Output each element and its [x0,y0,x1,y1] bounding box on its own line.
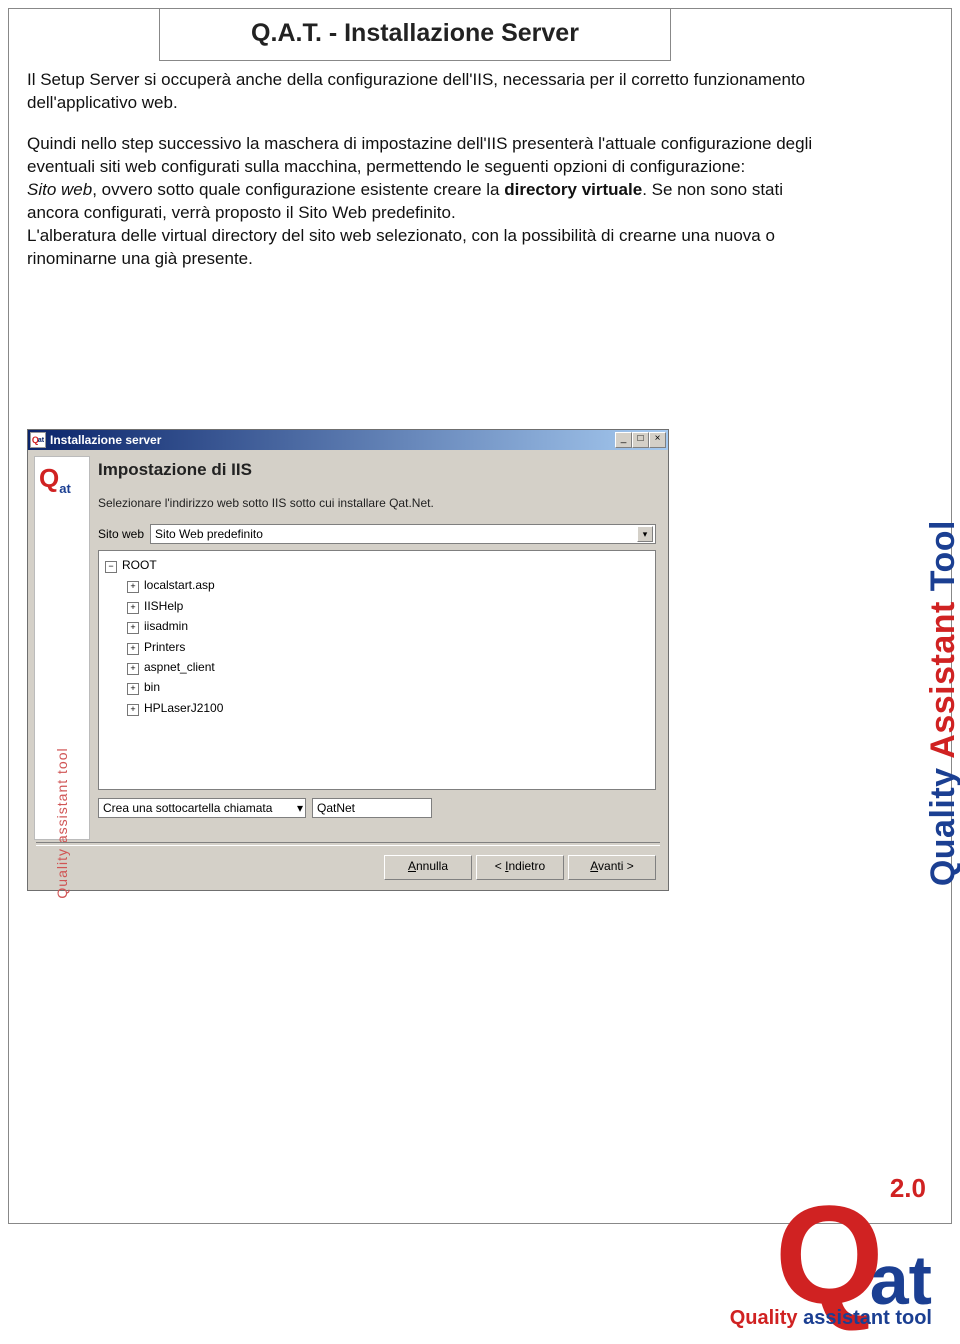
tree-item-label: aspnet_client [144,660,215,674]
paragraph-2: Quindi nello step successivo la maschera… [27,133,821,271]
paragraph-1: Il Setup Server si occuperà anche della … [27,69,821,115]
window-title: Installazione server [50,433,161,447]
brand-tool: Tool [924,520,960,591]
tree-item-label: localstart.asp [144,578,215,592]
tree-item[interactable]: + localstart.asp [127,575,649,595]
chevron-down-icon: ▾ [297,801,303,815]
site-combobox[interactable]: Sito Web predefinito ▾ [150,524,656,544]
site-selected-value: Sito Web predefinito [155,527,263,541]
footer-sub-quality: Quality [730,1307,798,1329]
site-label: Sito web [98,527,144,541]
tree-item-label: bin [144,680,160,694]
tree-item[interactable]: + Printers [127,637,649,657]
window-titlebar: Qat Installazione server _ □ × [28,430,668,450]
wizard-step-title: Impostazione di IIS [98,460,656,480]
tree-collapse-icon[interactable]: − [105,561,117,573]
tree-expand-icon[interactable]: + [127,643,139,655]
cancel-button[interactable]: Annulla [384,855,472,880]
tree-expand-icon[interactable]: + [127,622,139,634]
tree-item[interactable]: + aspnet_client [127,657,649,677]
brand-assistant: Assistant [924,591,960,759]
chevron-down-icon: ▾ [637,526,653,542]
footer-big-logo: Qat [730,1200,932,1309]
banner-logo: Qat [39,463,71,496]
installer-window: Qat Installazione server _ □ × Qat Quali… [27,429,669,891]
page-title: Q.A.T. - Installazione Server [160,19,670,48]
body-text: Il Setup Server si occuperà anche della … [27,69,821,289]
tree-item-label: iisadmin [144,619,188,633]
tree-item[interactable]: + IISHelp [127,596,649,616]
paragraph-2b-bold: directory virtuale [504,180,642,199]
minimize-button[interactable]: _ [615,432,632,448]
subfolder-combobox[interactable]: Crea una sottocartella chiamata ▾ [98,798,306,818]
tree-expand-icon[interactable]: + [127,663,139,675]
iis-tree[interactable]: −ROOT + localstart.asp + IISHelp + iisadmin + P… [98,550,656,790]
tree-expand-icon[interactable]: + [127,581,139,593]
paragraph-3: L'alberatura delle virtual directory del… [27,226,775,268]
wizard-left-banner: Qat Quality assistant tool [34,456,90,840]
page-title-box: Q.A.T. - Installazione Server [159,8,671,61]
page-frame: Q.A.T. - Installazione Server Il Setup S… [8,8,952,1224]
wizard-step-desc: Selezionare l'indirizzo web sotto IIS so… [98,496,656,510]
tree-item-label: Printers [144,640,185,654]
tree-item-label: IISHelp [144,599,183,613]
paragraph-2b-italic: Sito web [27,180,92,199]
tree-item[interactable]: + HPLaserJ2100 [127,698,649,718]
tree-root-label: ROOT [122,558,157,572]
window-buttons: _ □ × [615,432,666,448]
tree-root[interactable]: −ROOT [105,555,649,575]
subfolder-value: QatNet [317,801,355,815]
paragraph-2a: Quindi nello step successivo la maschera… [27,134,812,176]
back-button[interactable]: < Indietro [476,855,564,880]
app-icon: Qat [30,432,46,448]
tree-item[interactable]: + iisadmin [127,616,649,636]
footer-subtitle: Quality assistant tool [730,1307,932,1330]
next-button[interactable]: Avanti > [568,855,656,880]
subfolder-label: Crea una sottocartella chiamata [103,801,272,815]
footer-logo: 2.0 Qat Quality assistant tool [730,1173,932,1330]
separator [36,842,660,846]
tree-expand-icon[interactable]: + [127,704,139,716]
paragraph-2b-rest: , ovvero sotto quale configurazione esis… [92,180,504,199]
maximize-button[interactable]: □ [632,432,649,448]
tree-expand-icon[interactable]: + [127,602,139,614]
tree-expand-icon[interactable]: + [127,683,139,695]
footer-sub-rest: assistant tool [798,1307,932,1329]
brand-quality: Quality [924,759,960,886]
vertical-brand-label: Quality Assistant Tool [924,520,960,886]
footer: 2.0 Qat Quality assistant tool [0,1152,960,1344]
banner-vertical-text: Quality assistant tool [54,747,70,898]
tree-item-label: HPLaserJ2100 [144,701,223,715]
close-button[interactable]: × [649,432,666,448]
tree-item[interactable]: + bin [127,677,649,697]
subfolder-input[interactable]: QatNet [312,798,432,818]
